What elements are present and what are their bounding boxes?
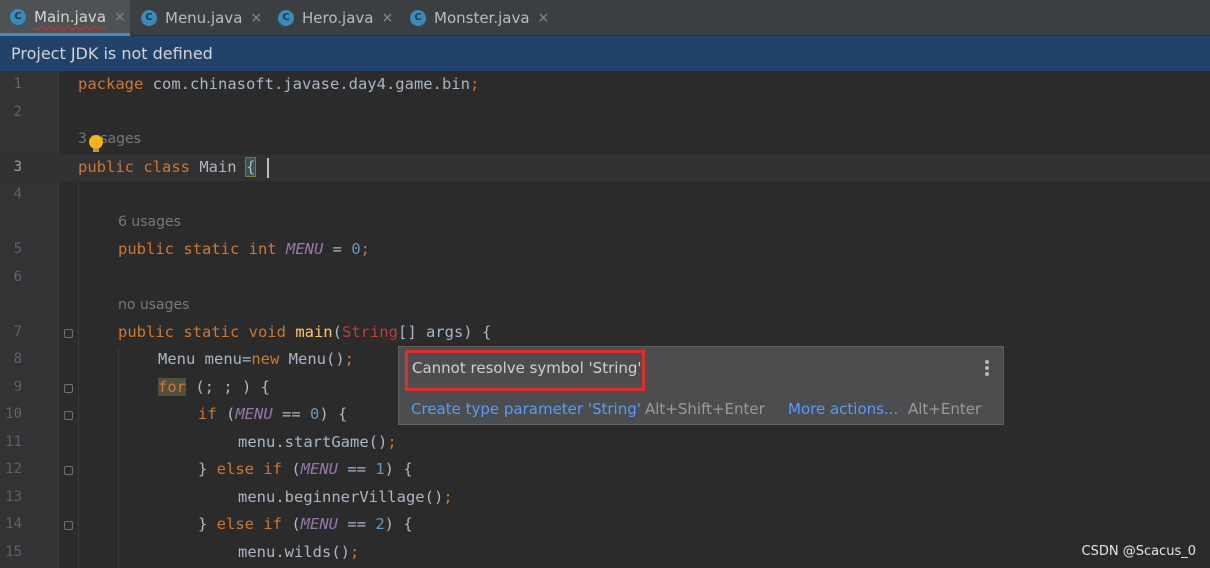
line-number: 3 — [13, 159, 22, 175]
code-line-8[interactable]: Menu menu=new Menu(); — [158, 350, 354, 368]
more-actions-link[interactable]: More actions... — [788, 400, 898, 418]
code-line-5[interactable]: public static int MENU = 0; — [118, 240, 370, 258]
line-number: 7 — [13, 324, 22, 340]
line-number: 2 — [13, 104, 22, 120]
line-number: 6 — [13, 269, 22, 285]
fold-marker-icon[interactable] — [64, 329, 73, 338]
jdk-warning-banner: Project JDK is not defined — [0, 36, 1210, 71]
fold-marker-icon[interactable] — [64, 411, 73, 420]
class-icon: C — [141, 10, 157, 26]
usages-hint[interactable]: no usages — [118, 297, 189, 313]
line-number: 15 — [5, 544, 22, 560]
indent-guide — [78, 182, 79, 568]
error-message: Cannot resolve symbol 'String' — [412, 359, 642, 377]
usages-hint[interactable]: 6 usages — [118, 214, 181, 230]
line-number: 8 — [13, 351, 22, 367]
shortcut-hint: Alt+Shift+Enter — [645, 400, 765, 418]
tab-label: Monster.java — [434, 9, 530, 27]
line-number: 11 — [5, 434, 22, 450]
close-icon[interactable]: × — [250, 10, 262, 26]
lightbulb-base — [93, 148, 99, 152]
code-line-10[interactable]: if (MENU == 0) { — [198, 405, 347, 423]
close-icon[interactable]: × — [538, 10, 550, 26]
line-number: 13 — [5, 489, 22, 505]
text-caret — [267, 158, 269, 178]
class-icon: C — [410, 10, 426, 26]
lightbulb-icon[interactable] — [89, 135, 103, 149]
tab-monster-java[interactable]: C Monster.java × — [400, 0, 560, 36]
line-number: 10 — [5, 406, 22, 422]
class-icon: C — [10, 8, 26, 25]
tab-label: Hero.java — [302, 9, 374, 27]
line-number: 14 — [5, 516, 22, 532]
more-options-icon[interactable] — [982, 360, 992, 378]
code-line-14[interactable]: } else if (MENU == 2) { — [198, 515, 413, 533]
tab-label: Main.java — [34, 7, 107, 26]
code-line-11[interactable]: menu.startGame(); — [238, 433, 397, 451]
create-type-parameter-link[interactable]: Create type parameter 'String' — [411, 400, 641, 418]
tab-hero-java[interactable]: C Hero.java × — [268, 0, 398, 36]
tab-menu-java[interactable]: C Menu.java × — [131, 0, 264, 36]
code-line-7[interactable]: public static void main(String[] args) { — [118, 323, 491, 341]
editor-tab-bar: C Main.java × C Menu.java × C Hero.java … — [0, 0, 1210, 36]
close-icon[interactable]: × — [381, 10, 393, 26]
usages-hint[interactable]: 3 usages — [78, 131, 141, 147]
line-number: 5 — [13, 241, 22, 257]
code-line-12[interactable]: } else if (MENU == 1) { — [198, 460, 413, 478]
code-line-1[interactable]: package com.chinasoft.javase.day4.game.b… — [78, 75, 479, 93]
code-line-3[interactable]: public class Main { — [78, 157, 257, 177]
watermark: CSDN @Scacus_0 — [1081, 544, 1197, 559]
tab-main-java[interactable]: C Main.java × — [0, 0, 130, 36]
code-line-15[interactable]: menu.wilds(); — [238, 543, 359, 561]
line-number: 12 — [5, 461, 22, 477]
shortcut-hint: Alt+Enter — [908, 400, 982, 418]
code-line-13[interactable]: menu.beginnerVillage(); — [238, 488, 453, 506]
fold-marker-icon[interactable] — [64, 384, 73, 393]
line-number: 1 — [13, 76, 22, 92]
gutter-separator — [58, 71, 59, 568]
indent-guide — [118, 348, 119, 568]
class-icon: C — [278, 10, 294, 26]
fold-marker-icon[interactable] — [64, 521, 73, 530]
line-number: 4 — [13, 186, 22, 202]
tab-label: Menu.java — [165, 9, 243, 27]
close-icon[interactable]: × — [114, 9, 126, 25]
line-number: 9 — [13, 379, 22, 395]
fold-marker-icon[interactable] — [64, 466, 73, 475]
code-line-9[interactable]: for (; ; ) { — [158, 378, 270, 396]
